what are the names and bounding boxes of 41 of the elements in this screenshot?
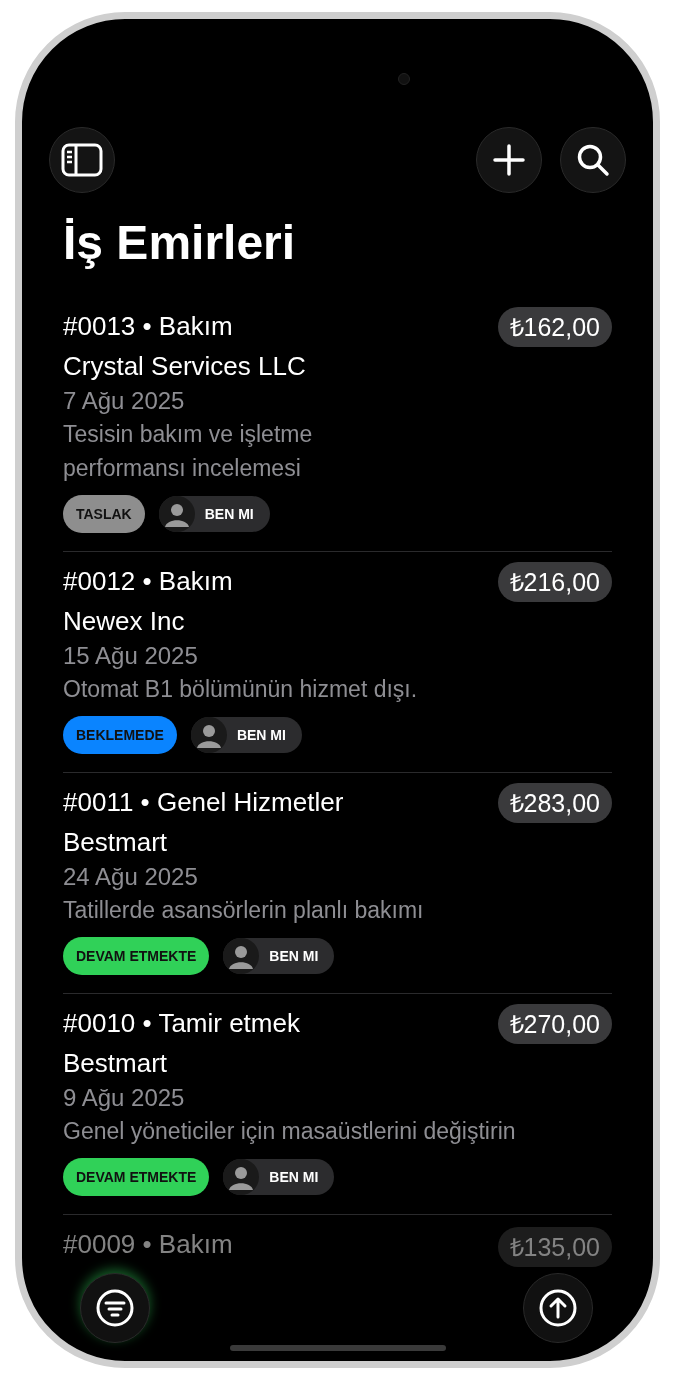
- arrow-up-icon: [538, 1288, 578, 1328]
- assignee-chip[interactable]: BEN MI: [190, 717, 302, 753]
- status-badge: BEKLEMEDE: [63, 716, 177, 754]
- avatar-icon: [223, 938, 260, 974]
- assignee-chip[interactable]: BEN MI: [223, 938, 335, 974]
- order-title: #0010 • Tamir etmek: [63, 1007, 300, 1040]
- order-description: Tatillerde asansörlerin planlı bakımı: [63, 896, 425, 925]
- filter-icon: [95, 1288, 135, 1328]
- order-title: #0009 • Bakım: [63, 1228, 233, 1261]
- order-title: #0013 • Bakım: [63, 310, 233, 343]
- status-badge: TASLAK: [63, 495, 145, 533]
- customer-name: Bestmart: [63, 1047, 169, 1080]
- order-description: Tesisin bakım ve işletme performansı incelemesi: [63, 420, 314, 483]
- order-date: 24 Ağu 2025: [63, 862, 199, 892]
- order-description: Genel yöneticiler için masaüstlerini değiştirin: [63, 1117, 517, 1146]
- order-title: #0011 • Genel Hizmetler: [63, 786, 344, 819]
- assignee-chip[interactable]: BEN MI: [223, 1159, 335, 1195]
- assignee-chip[interactable]: BEN MI: [158, 496, 270, 532]
- avatar-icon: [190, 717, 227, 753]
- price-badge: ₺135,00: [497, 1227, 612, 1267]
- customer-name: Newex Inc: [63, 605, 186, 638]
- filter-button[interactable]: [80, 1273, 150, 1343]
- search-icon: [576, 143, 610, 177]
- order-date: 7 Ağu 2025: [63, 386, 186, 416]
- order-description: Otomat B1 bölümünün hizmet dışı.: [63, 675, 419, 704]
- order-date: 9 Ağu 2025: [63, 1083, 186, 1113]
- page-title: İş Emirleri: [63, 215, 297, 271]
- order-title: #0012 • Bakım: [63, 565, 233, 598]
- status-badge: DEVAM ETMEKTE: [63, 937, 210, 975]
- sidebar-icon: [61, 143, 103, 177]
- price-badge: ₺162,00: [497, 307, 612, 347]
- price-badge: ₺216,00: [497, 562, 612, 602]
- plus-icon: [493, 144, 525, 176]
- customer-name: Bestmart: [63, 826, 169, 859]
- price-badge: ₺270,00: [497, 1004, 612, 1044]
- price-badge: ₺283,00: [497, 783, 612, 823]
- order-date: 15 Ağu 2025: [63, 641, 199, 671]
- status-badge: DEVAM ETMEKTE: [63, 1158, 210, 1196]
- avatar-icon: [223, 1159, 260, 1195]
- customer-name: Crystal Services LLC: [63, 350, 307, 383]
- avatar-icon: [158, 496, 195, 532]
